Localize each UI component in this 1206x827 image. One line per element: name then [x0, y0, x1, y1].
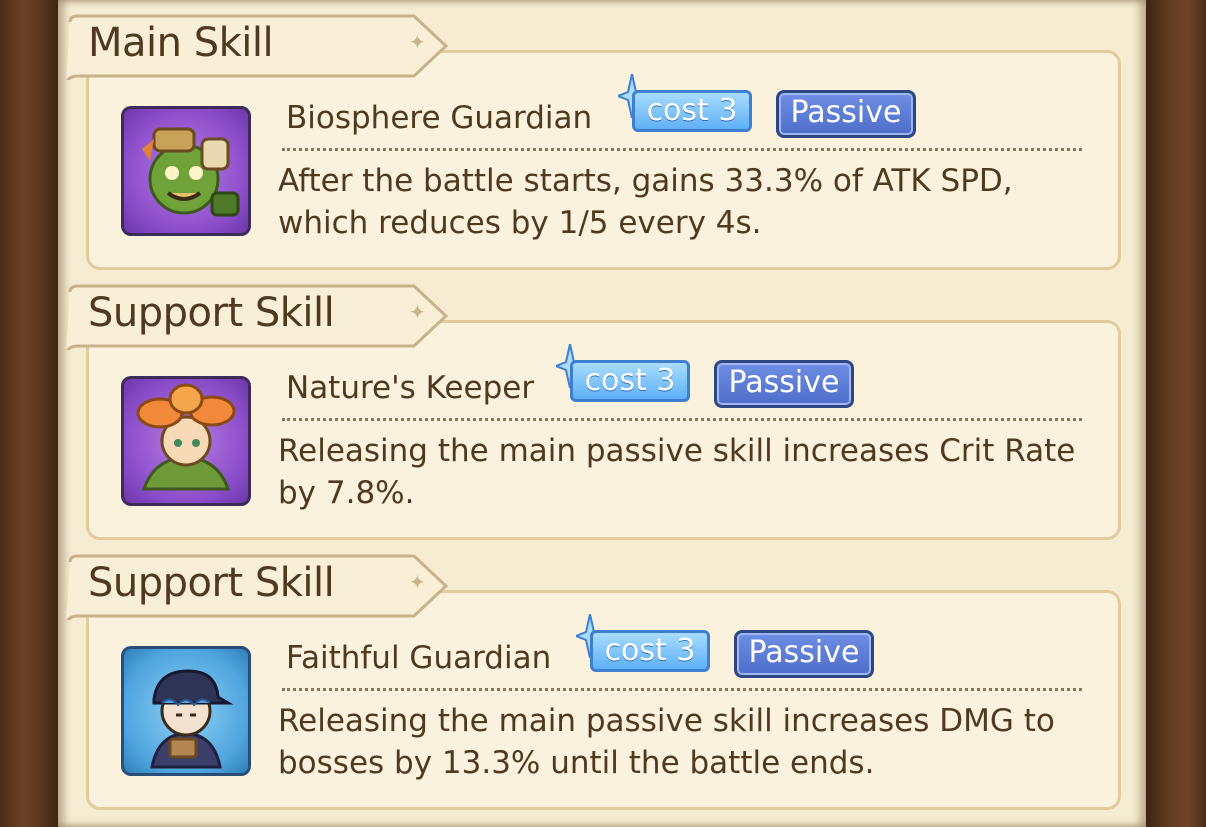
cost-badge: cost 3	[618, 74, 754, 132]
cost-label: cost 3	[590, 630, 710, 672]
cost-label: cost 3	[570, 360, 690, 402]
dotted-divider	[282, 688, 1082, 691]
sparkle-icon: ✦	[409, 300, 426, 324]
wood-frame-right	[1146, 0, 1206, 827]
cost-label: cost 3	[632, 90, 752, 132]
section-header-tab: Support Skill ✦	[64, 284, 448, 350]
skill-description: Releasing the main passive skill increas…	[278, 703, 1055, 781]
cost-badge: cost 3	[556, 344, 692, 402]
skill-name: Faithful Guardian	[286, 640, 552, 676]
section-header-label: Support Skill	[88, 290, 335, 336]
skill-description: Releasing the main passive skill increas…	[278, 433, 1076, 511]
main-skill-section: Main Skill ✦ Biosphere Guardian cost 3 P…	[64, 14, 1121, 270]
dotted-divider	[282, 148, 1082, 151]
section-header-tab: Main Skill ✦	[64, 14, 448, 80]
sparkle-icon: ✦	[409, 30, 426, 54]
passive-badge: Passive	[714, 360, 854, 408]
section-header-tab: Support Skill ✦	[64, 554, 448, 620]
dotted-divider	[282, 418, 1082, 421]
passive-badge: Passive	[734, 630, 874, 678]
capped-boy-icon[interactable]	[121, 646, 251, 776]
plant-robot-guardian-icon[interactable]	[121, 106, 251, 236]
flower-girl-icon[interactable]	[121, 376, 251, 506]
sparkle-icon: ✦	[409, 570, 426, 594]
skill-name: Nature's Keeper	[286, 370, 535, 406]
section-header-label: Main Skill	[88, 20, 274, 66]
cost-badge: cost 3	[576, 614, 712, 672]
passive-badge: Passive	[776, 90, 916, 138]
skill-name: Biosphere Guardian	[286, 100, 593, 136]
support-skill-section: Support Skill ✦ Nature's Keeper cost 3 P…	[64, 284, 1121, 540]
skill-description: After the battle starts, gains 33.3% of …	[278, 163, 1013, 241]
wood-frame-left	[0, 0, 58, 827]
section-header-label: Support Skill	[88, 560, 335, 606]
support-skill-section: Support Skill ✦ Faithful Guardian cost 3…	[64, 554, 1121, 810]
